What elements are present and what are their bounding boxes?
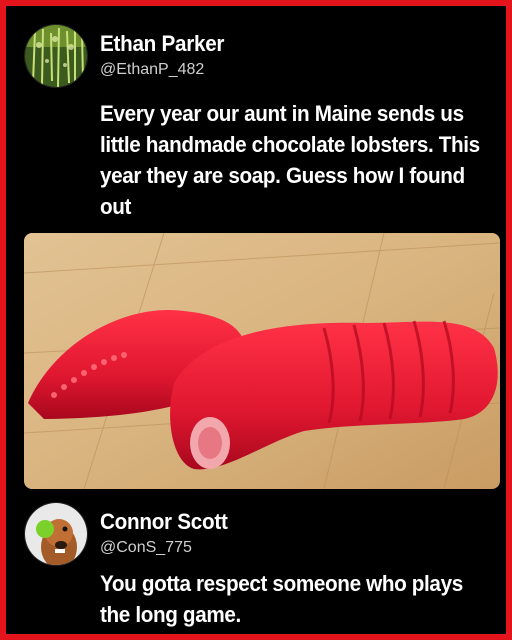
- name-block: Connor Scott @ConS_775: [100, 509, 236, 559]
- post-ethan: Ethan Parker @EthanP_482 Every year our …: [24, 20, 500, 222]
- post-image-soap-lobster[interactable]: [24, 233, 500, 489]
- user-handle[interactable]: @ConS_775: [100, 537, 236, 559]
- display-name[interactable]: Ethan Parker: [100, 31, 224, 57]
- post-header: Connor Scott @ConS_775: [24, 500, 500, 568]
- avatar-ethan[interactable]: [24, 24, 88, 88]
- name-block: Ethan Parker @EthanP_482: [100, 31, 232, 81]
- post-frame: Ethan Parker @EthanP_482 Every year our …: [0, 0, 512, 640]
- user-handle[interactable]: @EthanP_482: [100, 59, 232, 81]
- post-text: You gotta respect someone who plays the …: [100, 571, 463, 627]
- post-text: Every year our aunt in Maine sends us li…: [100, 101, 480, 219]
- display-name[interactable]: Connor Scott: [100, 509, 228, 535]
- post-header: Ethan Parker @EthanP_482: [24, 20, 500, 92]
- avatar-connor[interactable]: [24, 502, 88, 566]
- post-connor: Connor Scott @ConS_775 You gotta respect…: [24, 500, 500, 630]
